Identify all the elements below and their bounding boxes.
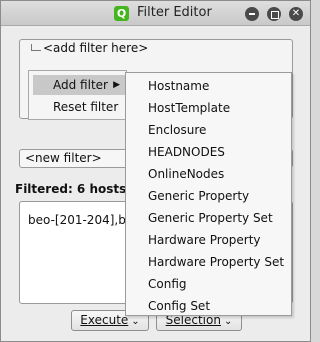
add-filter-here-item[interactable]: <add filter here> bbox=[43, 41, 148, 55]
submenu-item-hardware-property-set[interactable]: Hardware Property Set bbox=[148, 253, 284, 271]
submenu-item-headnodes[interactable]: HEADNODES bbox=[148, 143, 225, 161]
menu-item-reset-filter[interactable]: Reset filter bbox=[33, 97, 125, 117]
titlebar: Q Filter Editor ✕ bbox=[1, 1, 310, 26]
submenu-item-generic-property-set[interactable]: Generic Property Set bbox=[148, 209, 273, 227]
submenu-item-hardware-property[interactable]: Hardware Property bbox=[148, 231, 261, 249]
add-filter-submenu: Hostname HostTemplate Enclosure HEADNODE… bbox=[125, 72, 292, 316]
submenu-item-hosttemplate[interactable]: HostTemplate bbox=[148, 99, 230, 117]
minimize-icon[interactable] bbox=[245, 7, 259, 21]
submenu-item-config-set[interactable]: Config Set bbox=[148, 297, 210, 315]
filter-editor-window: Q Filter Editor ✕ <add filter here> Add … bbox=[0, 0, 311, 342]
submenu-item-onlinenodes[interactable]: OnlineNodes bbox=[148, 165, 224, 183]
submenu-item-config[interactable]: Config bbox=[148, 275, 187, 293]
new-filter-combo[interactable]: <new filter> bbox=[19, 149, 131, 168]
menu-item-add-filter[interactable]: Add filter ▶ bbox=[33, 75, 125, 95]
window-title: Filter Editor bbox=[137, 5, 212, 20]
hosts-text: beo-[201-204],b bbox=[28, 213, 126, 227]
menu-item-label: Add filter bbox=[53, 78, 108, 92]
menu-item-label: Reset filter bbox=[53, 100, 119, 114]
submenu-item-enclosure[interactable]: Enclosure bbox=[148, 121, 206, 139]
chevron-down-icon: ⌄ bbox=[131, 316, 140, 327]
filter-context-menu: Add filter ▶ Reset filter bbox=[28, 70, 127, 120]
submenu-item-generic-property[interactable]: Generic Property bbox=[148, 187, 249, 205]
execute-button-label: Execute bbox=[80, 313, 129, 327]
tree-branch-line bbox=[31, 44, 41, 51]
maximize-icon[interactable] bbox=[267, 7, 281, 21]
app-icon: Q bbox=[114, 6, 129, 21]
filtered-count-label: Filtered: 6 hosts bbox=[15, 182, 127, 196]
submenu-arrow-icon: ▶ bbox=[113, 80, 120, 90]
close-icon[interactable]: ✕ bbox=[289, 7, 303, 21]
submenu-item-hostname[interactable]: Hostname bbox=[148, 77, 209, 95]
chevron-down-icon: ⌄ bbox=[223, 316, 233, 327]
